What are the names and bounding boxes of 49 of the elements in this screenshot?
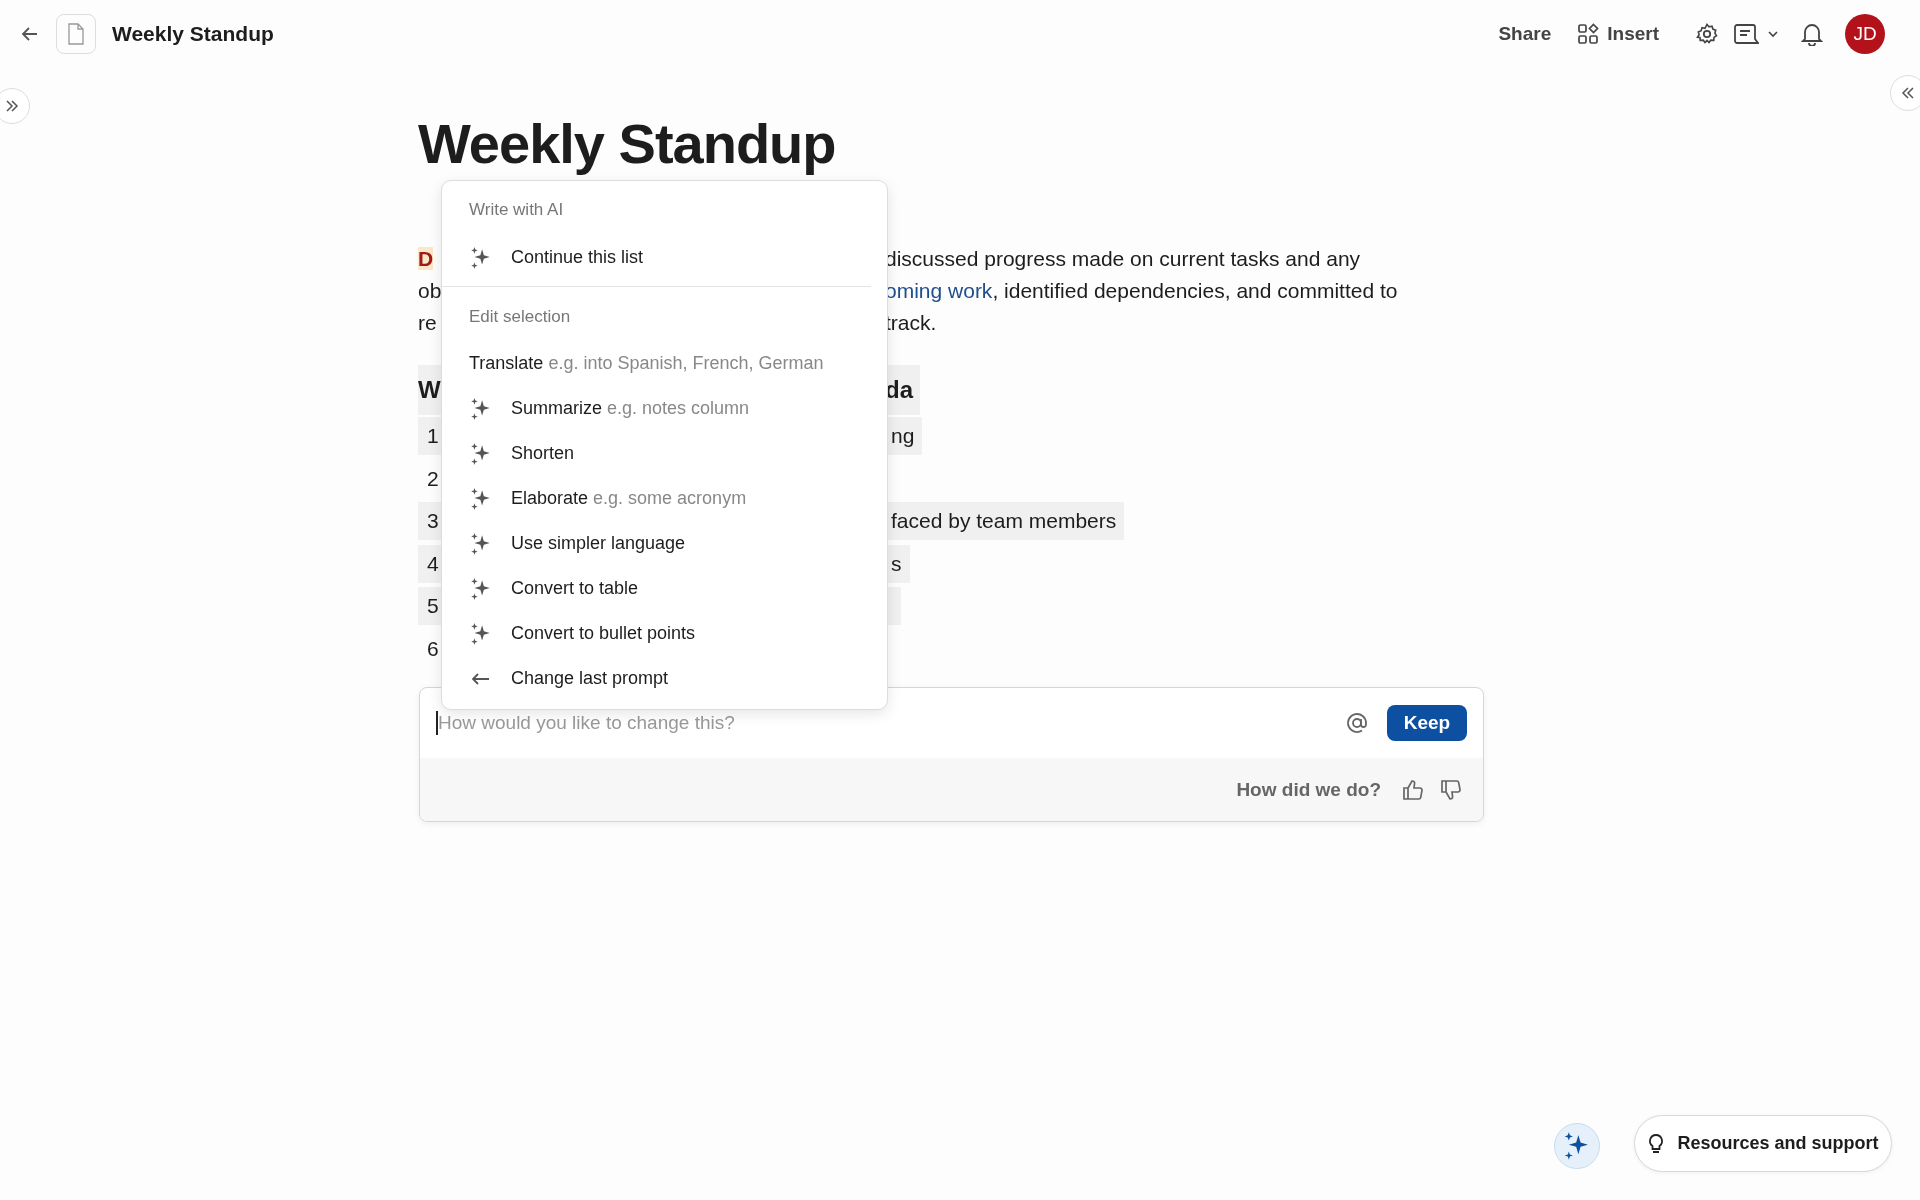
bell-icon[interactable] (1801, 22, 1823, 46)
collapse-panel-button[interactable] (1890, 75, 1920, 111)
double-chevron-right-icon (5, 99, 19, 113)
lightbulb-icon (1647, 1132, 1666, 1155)
list-number: 3 (426, 509, 439, 533)
menu-item[interactable]: Summarize e.g. notes column (442, 386, 887, 431)
menu-section-title: Write with AI (468, 199, 565, 221)
menu-item[interactable]: Change last prompt (442, 656, 887, 701)
document-icon (56, 14, 96, 54)
list-text: s (890, 551, 902, 576)
heading-text: W (418, 376, 442, 404)
list-text: ng (890, 424, 915, 449)
resources-button[interactable]: Resources and support (1634, 1115, 1892, 1172)
menu-item[interactable]: Translate e.g. into Spanish, French, German (442, 341, 887, 386)
list-text: faced by team members (890, 509, 1117, 534)
menu-item[interactable]: Shorten (442, 431, 887, 476)
expand-sidebar-button[interactable] (0, 88, 30, 124)
share-button[interactable]: Share (1494, 19, 1556, 49)
double-chevron-left-icon (1901, 86, 1915, 100)
thumbs-down-icon[interactable] (1439, 777, 1463, 802)
menu-item[interactable]: Continue this list (442, 235, 887, 280)
grid-icon (1577, 23, 1600, 45)
keep-button[interactable]: Keep (1387, 705, 1467, 741)
return-arrow-icon (472, 672, 490, 685)
menu-item[interactable]: Elaborate e.g. some acronym (442, 476, 887, 521)
menu-item[interactable]: Use simpler language (442, 521, 887, 566)
menu-item[interactable]: Convert to table (442, 566, 887, 611)
comment-icon[interactable] (1733, 22, 1759, 46)
paragraph-text: ob (418, 279, 442, 302)
settings-icon[interactable] (1695, 22, 1719, 46)
paragraph-text: discussed progress made on current tasks and any (885, 247, 1361, 271)
page-title: Weekly Standup (418, 111, 837, 177)
insert-button[interactable]: Insert (1573, 19, 1663, 49)
list-number: 2 (426, 466, 439, 490)
ai-assistant-button[interactable] (1554, 1123, 1600, 1169)
list-number: 6 (426, 636, 439, 660)
chevron-down-icon[interactable] (1767, 28, 1779, 40)
mention-tag: D (418, 247, 434, 270)
menu-item[interactable]: Convert to bullet points (442, 611, 887, 656)
mention-icon[interactable] (1345, 711, 1369, 735)
paragraph-text: re (418, 311, 437, 334)
document-title: Weekly Standup (112, 22, 274, 46)
thumbs-up-icon[interactable] (1401, 777, 1425, 802)
list-number: 4 (426, 551, 439, 575)
list-number: 1 (426, 424, 439, 448)
user-avatar[interactable]: JD (1845, 14, 1885, 54)
menu-section-title: Edit selection (468, 306, 572, 328)
list-number: 5 (426, 594, 439, 618)
feedback-label: How did we do? (1236, 778, 1381, 801)
